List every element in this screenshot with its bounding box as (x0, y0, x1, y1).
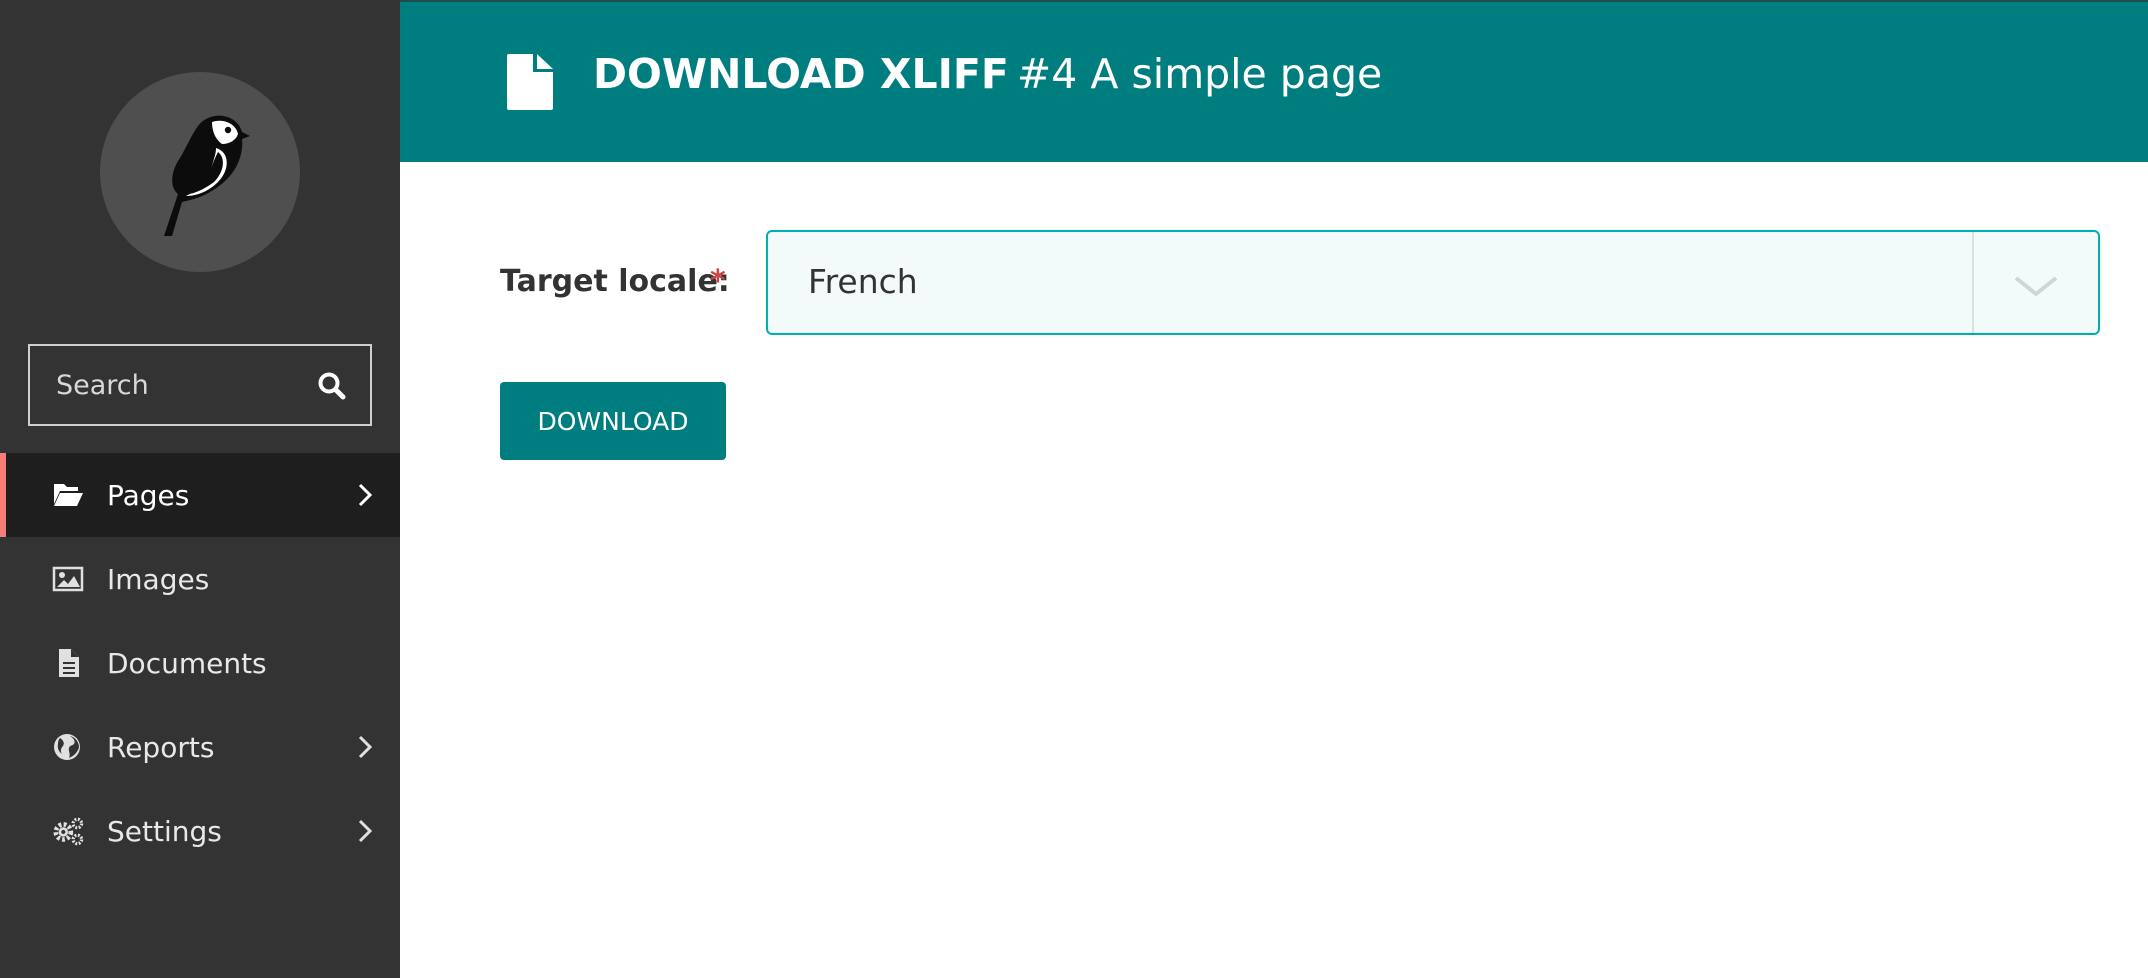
sidebar-item-label: Pages (107, 478, 190, 512)
sidebar-item-label: Reports (107, 730, 215, 764)
globe-icon (54, 734, 80, 760)
main-menu: Pages Images Documents Reports Settings (0, 453, 400, 873)
chevron-right-icon (358, 735, 373, 759)
page-subtitle: #4 A simple page (1016, 50, 1383, 98)
wagtail-logo[interactable] (100, 72, 300, 272)
sidebar-item-documents[interactable]: Documents (0, 621, 400, 705)
sidebar: Pages Images Documents (0, 0, 400, 978)
sidebar-item-label: Documents (107, 646, 267, 680)
page-title: DOWNLOAD XLIFF #4 A simple page (593, 50, 1382, 98)
sidebar-item-images[interactable]: Images (0, 537, 400, 621)
required-marker: * (710, 264, 726, 299)
document-icon (507, 54, 553, 110)
image-icon (52, 566, 84, 592)
folder-open-icon (54, 484, 83, 506)
sidebar-item-label: Settings (107, 814, 222, 848)
cogs-icon (53, 817, 84, 846)
target-locale-label: Target locale: (500, 264, 730, 299)
document-icon (59, 649, 79, 677)
chevron-right-icon (358, 483, 373, 507)
sidebar-item-label: Images (107, 562, 210, 596)
chevron-down-icon (2014, 276, 2058, 297)
target-locale-value: French (808, 262, 918, 301)
search-input[interactable] (30, 346, 300, 424)
page-title-action: DOWNLOAD XLIFF (593, 50, 1009, 98)
sidebar-item-pages[interactable]: Pages (0, 453, 400, 537)
page-header: DOWNLOAD XLIFF #4 A simple page (400, 0, 2148, 162)
select-divider (1972, 232, 1974, 333)
search-icon[interactable] (316, 370, 348, 402)
wagtail-bird-icon (164, 115, 250, 236)
sidebar-item-settings[interactable]: Settings (0, 789, 400, 873)
download-button[interactable]: DOWNLOAD (500, 382, 726, 460)
target-locale-select[interactable]: French (766, 230, 2100, 335)
search-box (28, 344, 372, 426)
chevron-right-icon (358, 819, 373, 843)
sidebar-item-reports[interactable]: Reports (0, 705, 400, 789)
